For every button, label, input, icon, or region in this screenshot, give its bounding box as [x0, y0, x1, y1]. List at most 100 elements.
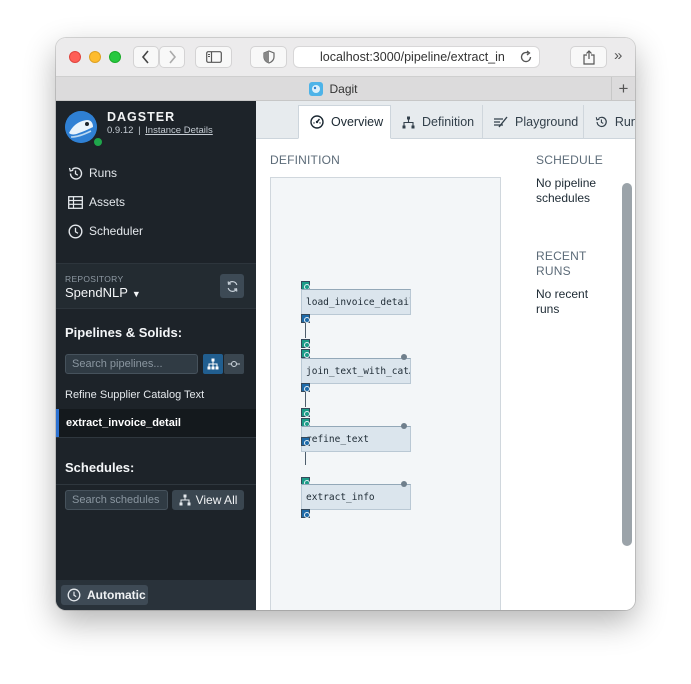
table-icon	[68, 195, 83, 209]
solid-node-extract-info[interactable]: extract_info	[301, 484, 411, 510]
shield-icon	[262, 50, 275, 64]
instance-details-link[interactable]: Instance Details	[145, 125, 213, 136]
solid-config-dot	[401, 423, 407, 429]
minimize-window-button[interactable]	[89, 51, 101, 63]
caret-down-icon: ▼	[131, 289, 141, 299]
tab-overview[interactable]: Overview	[298, 105, 391, 139]
solid-input-port[interactable]	[301, 339, 310, 348]
flow-tree-icon	[402, 116, 415, 128]
more-toolbar-button[interactable]: »	[614, 47, 622, 64]
share-button[interactable]	[570, 46, 607, 68]
solid-output-port[interactable]	[301, 509, 310, 518]
logo-area: DAGSTER 0.9.12 | Instance Details	[56, 101, 256, 153]
tab-playground[interactable]: Playground	[483, 105, 584, 139]
sidebar-toggle-button[interactable]	[195, 46, 232, 68]
history-icon	[68, 166, 83, 180]
automatic-label: Automatic	[87, 588, 146, 602]
solid-output-port[interactable]	[301, 314, 310, 323]
page-content: DAGSTER 0.9.12 | Instance Details Runs A…	[56, 101, 635, 610]
version-number: 0.9.12	[107, 125, 134, 136]
solid-input-port[interactable]	[301, 349, 310, 358]
dashboard-icon	[310, 115, 324, 129]
new-tab-button[interactable]: +	[611, 77, 635, 101]
status-online-dot	[92, 136, 104, 148]
solid-config-dot	[401, 481, 407, 487]
dagit-favicon-icon	[309, 82, 324, 96]
left-sidebar: DAGSTER 0.9.12 | Instance Details Runs A…	[56, 101, 256, 610]
nav-item-runs[interactable]: Runs	[68, 163, 117, 183]
share-icon	[582, 49, 595, 65]
url-text: localhost:3000/pipeline/extract_in	[320, 50, 505, 64]
hierarchy-icon	[207, 358, 219, 370]
pipeline-graph[interactable]: load_invoice_detail join_text_with_cat… …	[270, 177, 501, 610]
solid-output-port[interactable]	[301, 383, 310, 392]
pipeline-list-item[interactable]: Refine Supplier Catalog Text	[56, 381, 256, 409]
solid-output-port[interactable]	[301, 437, 310, 446]
back-button[interactable]	[133, 46, 159, 68]
nav-item-assets[interactable]: Assets	[68, 192, 125, 212]
clock-icon	[67, 588, 81, 602]
chevron-left-icon	[141, 50, 149, 64]
sidebar-icon	[205, 51, 222, 63]
solid-input-port[interactable]	[301, 408, 310, 417]
pipelines-view-toggle[interactable]	[203, 354, 223, 374]
solid-node-refine-text[interactable]: refine_text	[301, 426, 411, 452]
definition-section-title: DEFINITION	[270, 153, 340, 167]
reload-icon[interactable]	[519, 50, 533, 64]
chevron-right-icon	[169, 50, 177, 64]
playground-icon	[494, 116, 508, 128]
pipeline-tabs: Overview Definition Playground Runs	[256, 101, 635, 139]
view-all-schedules-button[interactable]: View All	[172, 490, 244, 510]
nav-item-label: Runs	[89, 166, 118, 180]
pipelines-search-input[interactable]: Search pipelines...	[65, 354, 198, 374]
version-separator: |	[138, 125, 141, 136]
tab-label: Definition	[422, 115, 475, 129]
automatic-refresh-button[interactable]: Automatic	[61, 585, 148, 605]
recent-runs-section-title: RECENT RUNS	[536, 249, 587, 278]
zoom-window-button[interactable]	[109, 51, 121, 63]
solid-config-dot	[401, 354, 407, 360]
address-bar[interactable]: localhost:3000/pipeline/extract_in	[293, 46, 540, 68]
repository-selector: REPOSITORY SpendNLP ▼	[56, 263, 256, 309]
clock-icon	[68, 223, 83, 239]
vertical-scrollbar[interactable]	[622, 183, 632, 546]
sidebar-divider	[56, 437, 256, 438]
history-icon	[595, 116, 607, 128]
nav-item-label: Scheduler	[89, 224, 144, 238]
schedule-section-title: SCHEDULE	[536, 153, 603, 167]
browser-toolbar: localhost:3000/pipeline/extract_in »	[56, 38, 635, 76]
version-line: 0.9.12 | Instance Details	[107, 125, 213, 136]
browser-tab[interactable]: Dagit	[56, 77, 611, 101]
solid-node-load-invoice-detail[interactable]: load_invoice_detail	[301, 289, 411, 315]
repository-name: SpendNLP	[65, 285, 128, 300]
brand-name: DAGSTER	[107, 110, 176, 124]
recent-runs-empty-text: No recent runs	[536, 287, 589, 316]
browser-window: localhost:3000/pipeline/extract_in » Dag…	[56, 38, 635, 610]
repository-dropdown[interactable]: SpendNLP ▼	[65, 285, 141, 300]
forward-button[interactable]	[159, 46, 185, 68]
schedule-empty-text: No pipeline schedules	[536, 176, 597, 205]
tab-label: Playground	[515, 115, 579, 129]
nav-item-scheduler[interactable]: Scheduler	[68, 221, 143, 241]
repository-label: REPOSITORY	[65, 274, 124, 284]
solid-node-icon	[228, 360, 240, 368]
tab-label: Overview	[331, 115, 384, 129]
nav-item-label: Assets	[89, 195, 126, 209]
schedules-search-input[interactable]: Search schedules	[65, 490, 168, 510]
privacy-shield-button[interactable]	[250, 46, 287, 68]
main-panel: Overview Definition Playground Runs DEFI…	[256, 101, 635, 610]
browser-tab-bar: Dagit +	[56, 76, 635, 101]
close-window-button[interactable]	[69, 51, 81, 63]
hierarchy-icon	[179, 494, 191, 506]
pipelines-section-title: Pipelines & Solids:	[65, 325, 183, 340]
solids-view-toggle[interactable]	[224, 354, 244, 374]
tab-runs[interactable]: Runs	[584, 105, 635, 139]
sidebar-footer: Automatic	[56, 580, 256, 610]
tab-definition[interactable]: Definition	[391, 105, 483, 139]
reload-repository-button[interactable]	[220, 274, 244, 298]
solid-node-join-text[interactable]: join_text_with_cat…	[301, 358, 411, 384]
refresh-icon	[227, 280, 237, 292]
sidebar-divider	[56, 484, 256, 485]
pipeline-list-item-active[interactable]: extract_invoice_detail	[56, 409, 256, 437]
browser-tab-title: Dagit	[329, 82, 358, 96]
